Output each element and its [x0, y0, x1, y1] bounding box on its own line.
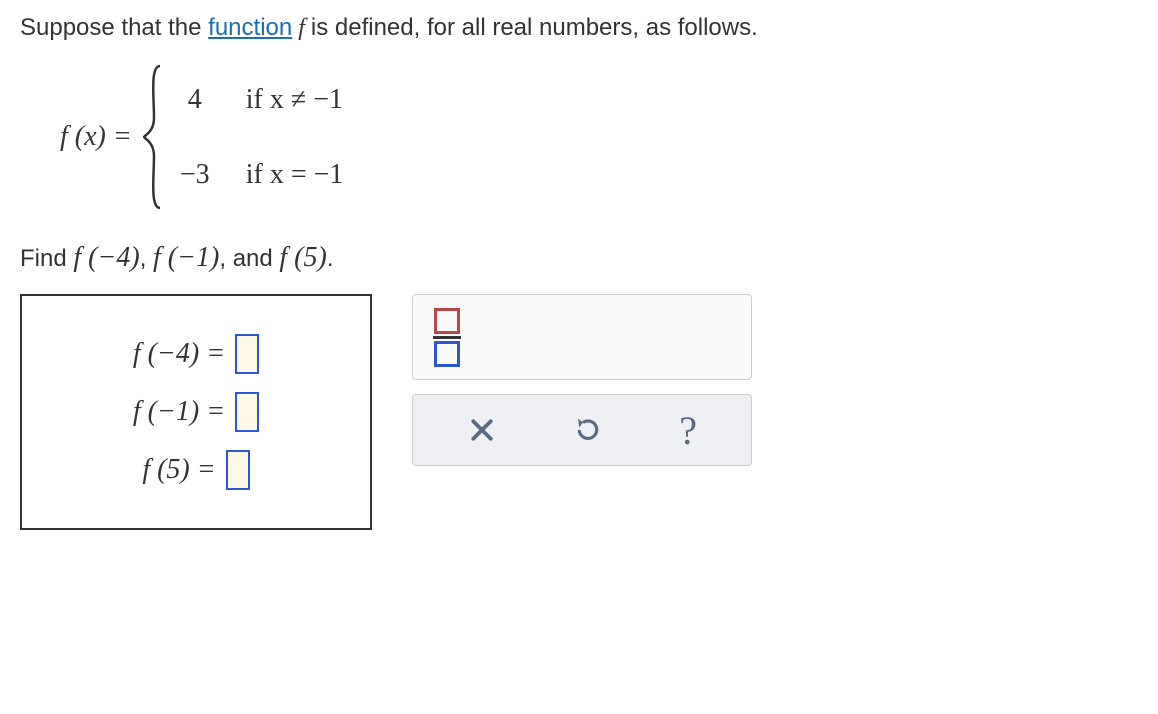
question-mark-icon: ? [679, 407, 697, 454]
find-c: f (5) [279, 242, 326, 273]
answer1-input[interactable] [235, 334, 259, 374]
find-sep1: , [140, 245, 153, 272]
fraction-numerator-icon [434, 308, 460, 334]
intro-prefix: Suppose that the [20, 14, 208, 41]
intro-f: f [292, 15, 311, 41]
answer-row-2: f (−1) = [36, 392, 356, 432]
undo-button[interactable] [573, 415, 603, 445]
fx-lhs: f (x) = [60, 121, 132, 153]
tool-panel: ? [412, 294, 752, 466]
piece2-cond: if x = −1 [246, 159, 344, 191]
problem-intro: Suppose that the function f is defined, … [20, 14, 1138, 42]
intro-suffix: is defined, for all real numbers, as fol… [311, 14, 758, 41]
piecewise-definition: f (x) = 4 if x ≠ −1 −3 if x = −1 [60, 62, 1138, 212]
find-line: Find f (−4), f (−1), and f (5). [20, 242, 1138, 274]
help-button[interactable]: ? [679, 407, 697, 454]
template-palette [412, 294, 752, 380]
answer3-input[interactable] [226, 450, 250, 490]
fraction-denominator-icon [434, 341, 460, 367]
piece2-value: −3 [170, 159, 220, 191]
find-prefix: Find [20, 245, 73, 272]
find-b: f (−1) [153, 242, 219, 273]
undo-icon [573, 415, 603, 445]
find-sep2: , and [219, 245, 279, 272]
piece-row-1: 4 if x ≠ −1 [170, 84, 344, 116]
piece-row-2: −3 if x = −1 [170, 159, 344, 191]
curly-brace-icon [142, 62, 164, 212]
answer1-label: f (−4) = [133, 338, 225, 370]
function-link[interactable]: function [208, 14, 292, 41]
x-icon [467, 415, 497, 445]
answer-row-1: f (−4) = [36, 334, 356, 374]
answer-box: f (−4) = f (−1) = f (5) = [20, 294, 372, 530]
find-dot: . [327, 245, 334, 272]
find-a: f (−4) [73, 242, 139, 273]
answer-row-3: f (5) = [36, 450, 356, 490]
fraction-button[interactable] [433, 308, 461, 367]
answer2-label: f (−1) = [133, 396, 225, 428]
action-bar: ? [412, 394, 752, 466]
piece1-value: 4 [170, 84, 220, 116]
clear-button[interactable] [467, 415, 497, 445]
fraction-bar-icon [433, 336, 461, 339]
piece1-cond: if x ≠ −1 [246, 84, 343, 116]
answer2-input[interactable] [235, 392, 259, 432]
answer3-label: f (5) = [142, 454, 215, 486]
